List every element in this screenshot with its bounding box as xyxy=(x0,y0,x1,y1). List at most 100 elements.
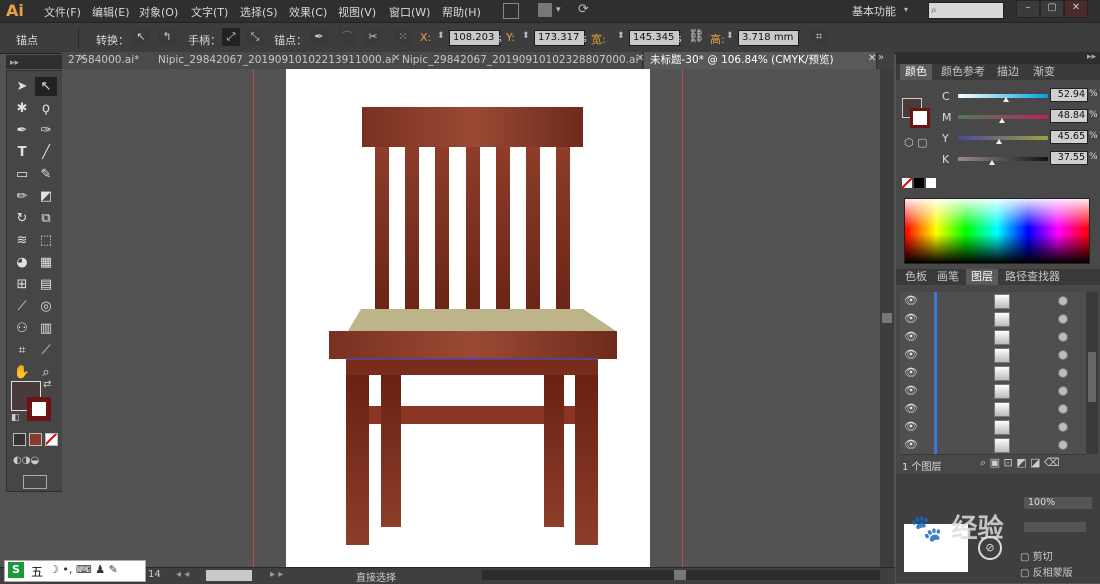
channel-m-value[interactable]: 48.84 xyxy=(1050,109,1088,123)
chair-artwork[interactable] xyxy=(286,69,650,569)
align-anchors-icon[interactable]: ⁙ xyxy=(394,28,412,46)
tab-gradient[interactable]: 渐变 xyxy=(1028,64,1060,80)
eye-icon[interactable]: 👁 xyxy=(904,402,918,415)
tab-color-guide[interactable]: 颜色参考 xyxy=(936,64,990,80)
opacity-field[interactable]: 100% xyxy=(1024,497,1092,509)
slider-thumb[interactable] xyxy=(989,160,996,165)
menu-window[interactable]: 窗口(W) xyxy=(389,4,430,20)
scrollbar-thumb[interactable] xyxy=(1088,352,1096,402)
x-field[interactable]: 108.203 xyxy=(449,30,500,46)
close-icon[interactable]: ✕ xyxy=(78,53,88,68)
stepper-icon[interactable]: ⬍ xyxy=(437,31,445,41)
stepper-icon[interactable]: ⬍ xyxy=(726,31,734,41)
channel-y-value[interactable]: 45.65 xyxy=(1050,130,1088,144)
link-proportions-icon[interactable]: ⛓ xyxy=(688,29,705,44)
artboard[interactable] xyxy=(286,69,650,569)
stroke-color-swatch[interactable] xyxy=(27,397,51,421)
slice-tool-icon[interactable]: ⟋ xyxy=(35,341,57,360)
panel-header[interactable]: ▸▸ xyxy=(896,52,1100,64)
swap-colors-icon[interactable]: ⇄ xyxy=(43,379,51,390)
width-tool-icon[interactable]: ≋ xyxy=(11,231,33,250)
stepper-icon[interactable]: ⬍ xyxy=(617,31,625,41)
layer-row[interactable]: 👁 xyxy=(900,310,1086,329)
scrollbar-thumb[interactable] xyxy=(674,570,686,580)
menu-type[interactable]: 文字(T) xyxy=(191,4,228,20)
tab-brushes[interactable]: 画笔 xyxy=(932,269,964,285)
pen-tool-icon[interactable]: ✒ xyxy=(11,121,33,140)
target-icon[interactable] xyxy=(1058,440,1068,450)
layer-row[interactable]: 👁 xyxy=(900,292,1086,311)
y-field[interactable]: 173.317 xyxy=(534,30,585,46)
layer-row[interactable]: 👁 xyxy=(900,400,1086,419)
selection-tool-icon[interactable]: ➤ xyxy=(11,77,33,96)
eye-icon[interactable]: 👁 xyxy=(904,420,918,433)
minimize-button[interactable]: – xyxy=(1016,0,1040,18)
tab-color[interactable]: 颜色 xyxy=(900,64,932,80)
menu-effect[interactable]: 效果(C) xyxy=(289,4,327,20)
tab-stroke[interactable]: 描边 xyxy=(992,64,1024,80)
layer-row[interactable]: 👁 xyxy=(900,382,1086,401)
height-field[interactable]: 3.718 mm xyxy=(738,30,799,46)
panel-stroke-swatch[interactable] xyxy=(910,108,930,128)
graph-tool-icon[interactable]: ▥ xyxy=(35,319,57,338)
zoom-level[interactable]: 14 xyxy=(148,569,161,580)
shape-builder-icon[interactable]: ◕ xyxy=(11,253,33,272)
white-swatch[interactable] xyxy=(926,178,936,188)
target-icon[interactable] xyxy=(1058,386,1068,396)
chevron-down-icon[interactable]: ▾ xyxy=(904,5,908,14)
maximize-button[interactable]: ▢ xyxy=(1040,0,1064,18)
rotate-tool-icon[interactable]: ↻ xyxy=(11,209,33,228)
convert-smooth-icon[interactable]: ↰ xyxy=(158,28,176,46)
layers-scrollbar[interactable] xyxy=(1086,292,1098,454)
cut-path-icon[interactable]: ✂ xyxy=(364,28,382,46)
tab-swatches[interactable]: 色板 xyxy=(900,269,932,285)
perspective-grid-icon[interactable]: ▦ xyxy=(35,253,57,272)
isolate-object-icon[interactable]: ⌗ xyxy=(810,28,828,46)
gradient-mode-icon[interactable] xyxy=(29,433,42,446)
canvas-pasteboard[interactable] xyxy=(62,69,880,569)
width-field[interactable]: 145.345 xyxy=(629,30,680,46)
collapse-icon[interactable]: ▸▸ xyxy=(10,58,19,68)
tab-pathfinder[interactable]: 路径查找器 xyxy=(1000,269,1065,285)
tab-doc-2[interactable]: Nipic_29842067_20190910102213911000.ai* xyxy=(152,52,397,69)
tab-doc-active[interactable]: 未标题-30* @ 106.84% (CMYK/预览) xyxy=(644,52,877,69)
black-swatch[interactable] xyxy=(914,178,924,188)
gpu-performance-icon[interactable]: ⟳ xyxy=(578,2,589,17)
close-icon[interactable]: ✕ xyxy=(392,53,400,64)
menu-help[interactable]: 帮助(H) xyxy=(442,4,481,20)
curvature-tool-icon[interactable]: ✑ xyxy=(35,121,57,140)
ime-mode-label[interactable]: 五 xyxy=(31,563,43,580)
lasso-icon[interactable]: ϙ xyxy=(35,99,57,118)
gradient-tool-icon[interactable]: ▤ xyxy=(35,275,57,294)
stepper-icon[interactable]: ⬍ xyxy=(522,31,530,41)
show-handles-icon[interactable]: ⤢ xyxy=(222,28,240,46)
artboard-tool-icon[interactable]: ⌗ xyxy=(11,341,33,360)
eye-icon[interactable]: 👁 xyxy=(904,294,918,307)
nav-arrows-icon[interactable]: ▸ ▸ xyxy=(270,569,283,580)
type-tool-icon[interactable]: T xyxy=(11,143,33,162)
layer-row[interactable]: 👁 xyxy=(900,364,1086,383)
slider-thumb[interactable] xyxy=(999,118,1006,123)
layer-row[interactable]: 👁 xyxy=(900,436,1086,455)
color-mode-icon[interactable] xyxy=(13,433,26,446)
hide-handles-icon[interactable]: ⤡ xyxy=(246,28,264,46)
scale-tool-icon[interactable]: ⧉ xyxy=(35,209,57,228)
channel-c-value[interactable]: 52.94 xyxy=(1050,88,1088,102)
clip-checkbox-row[interactable]: ▢ 剪切 xyxy=(1020,548,1053,563)
arrange-documents-icon[interactable] xyxy=(538,3,552,17)
menu-select[interactable]: 选择(S) xyxy=(240,4,278,20)
close-button[interactable]: ✕ xyxy=(1064,0,1088,18)
eye-icon[interactable]: 👁 xyxy=(904,366,918,379)
target-icon[interactable] xyxy=(1058,350,1068,360)
mesh-tool-icon[interactable]: ⊞ xyxy=(11,275,33,294)
close-icon[interactable]: ✕ xyxy=(636,53,644,64)
menu-view[interactable]: 视图(V) xyxy=(338,4,376,20)
target-icon[interactable] xyxy=(1058,422,1068,432)
convert-corner-icon[interactable]: ↖ xyxy=(132,28,150,46)
channel-y-slider[interactable] xyxy=(958,136,1048,140)
remove-anchor-icon[interactable]: ✒ xyxy=(310,28,328,46)
pencil-tool-icon[interactable]: ✏ xyxy=(11,187,33,206)
paintbrush-icon[interactable]: ✎ xyxy=(35,165,57,184)
tab-doc-3[interactable]: Nipic_29842067_20190910102328807000.ai* xyxy=(396,52,643,69)
eyedropper-icon[interactable]: ⟋ xyxy=(11,297,33,316)
